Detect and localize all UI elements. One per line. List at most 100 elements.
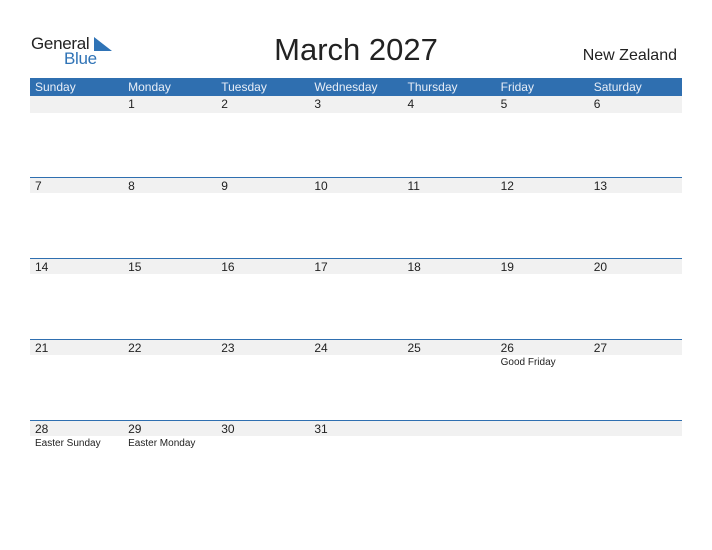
day-cell: 22	[123, 340, 216, 355]
day-events	[123, 355, 216, 368]
day-events	[589, 113, 682, 115]
day-cell: 11	[403, 178, 496, 193]
week-row: 14 15 16 17 18 19 20	[30, 258, 682, 339]
day-cell: 7	[30, 178, 123, 193]
weekday-header-friday: Friday	[500, 80, 534, 94]
day-number: 2	[221, 97, 228, 111]
day-cell: 8	[123, 178, 216, 193]
weeks-container: 1 2 3 4 5 6 7 8 9 10 11 12 13 14 15 16 17 18 19 20 21 22 23 24 2…	[30, 96, 682, 501]
day-number: 1	[128, 97, 135, 111]
holiday-label: Easter Sunday	[35, 438, 101, 449]
day-events	[403, 436, 496, 449]
day-events	[309, 193, 402, 195]
day-events	[30, 274, 123, 276]
day-number: 9	[221, 179, 228, 193]
weekday-header-saturday: Saturday	[593, 80, 642, 94]
holiday-row	[30, 274, 682, 276]
day-cell: 15	[123, 259, 216, 274]
day-cell: 30	[216, 421, 309, 436]
day-number: 7	[35, 179, 42, 193]
day-number: 21	[35, 341, 49, 355]
day-cell	[496, 421, 589, 436]
day-cell: 16	[216, 259, 309, 274]
holiday-label: Easter Monday	[128, 438, 196, 449]
weekday-header-thursday: Thursday	[407, 80, 458, 94]
day-events	[123, 113, 216, 115]
day-events	[589, 274, 682, 276]
day-number: 24	[314, 341, 328, 355]
day-number: 15	[128, 260, 142, 274]
day-events	[123, 193, 216, 195]
day-events	[216, 436, 309, 449]
day-number: 25	[407, 341, 421, 355]
day-cell: 18	[403, 259, 496, 274]
day-events: Easter Sunday	[30, 436, 123, 449]
weekday-header-tuesday: Tuesday	[221, 80, 267, 94]
day-number: 20	[593, 260, 608, 274]
day-number: 26	[500, 341, 514, 355]
day-events	[403, 113, 496, 115]
day-events	[123, 274, 216, 276]
day-number	[408, 421, 496, 437]
day-number: 5	[500, 97, 508, 111]
day-events	[216, 274, 309, 276]
day-events	[309, 436, 402, 449]
day-events	[589, 436, 682, 449]
day-events: Good Friday	[496, 355, 589, 368]
day-events	[496, 274, 589, 276]
day-number: 8	[128, 179, 135, 193]
day-events	[403, 193, 496, 195]
day-number	[594, 421, 682, 437]
day-number: 11	[407, 179, 420, 193]
day-events	[496, 193, 589, 195]
holiday-row	[30, 193, 682, 195]
date-number-bar: 7 8 9 10 11 12 13	[30, 177, 682, 193]
day-cell: 17	[309, 259, 402, 274]
week-row: 28 29 30 31 Easter Sunday Easter Monday	[30, 420, 682, 501]
day-number: 14	[35, 260, 49, 274]
day-cell: 12	[496, 178, 589, 193]
day-number: 22	[128, 341, 142, 355]
day-number: 23	[221, 341, 235, 355]
day-cell: 2	[216, 96, 309, 113]
holiday-row: Easter Sunday Easter Monday	[30, 436, 682, 449]
day-number	[501, 421, 589, 437]
date-number-bar: 28 29 30 31	[30, 420, 682, 436]
day-events	[309, 113, 402, 115]
day-number: 16	[221, 260, 235, 274]
day-events: Easter Monday	[123, 436, 216, 449]
week-row: 7 8 9 10 11 12 13	[30, 177, 682, 258]
day-number: 30	[221, 422, 235, 436]
day-events	[216, 355, 309, 368]
day-cell	[403, 421, 496, 436]
day-cell: 5	[496, 96, 589, 113]
day-events	[496, 436, 589, 449]
day-cell: 10	[309, 178, 402, 193]
day-number: 27	[593, 341, 608, 355]
country-label: New Zealand	[582, 47, 677, 64]
day-cell: 19	[496, 259, 589, 274]
day-cell	[30, 96, 123, 113]
day-events	[589, 355, 682, 368]
day-cell: 29	[123, 421, 216, 436]
day-cell: 26	[496, 340, 589, 355]
calendar-grid: Sunday Monday Tuesday Wednesday Thursday Frid…	[30, 78, 682, 501]
day-cell: 23	[216, 340, 309, 355]
day-number: 10	[314, 179, 328, 193]
date-number-bar: 14 15 16 17 18 19 20	[30, 258, 682, 274]
day-cell: 25	[403, 340, 496, 355]
weekday-header: Sunday Monday Tuesday Wednesday Thursday Frid…	[30, 78, 682, 96]
day-events	[496, 113, 589, 115]
day-number: 13	[593, 179, 608, 193]
day-cell: 3	[309, 96, 402, 113]
day-cell: 9	[216, 178, 309, 193]
day-number: 31	[314, 422, 328, 436]
date-number-bar: 1 2 3 4 5 6	[30, 96, 682, 113]
day-events	[403, 274, 496, 276]
day-number: 28	[35, 422, 49, 436]
day-number: 12	[500, 179, 514, 193]
day-cell: 6	[589, 96, 682, 113]
day-number: 29	[128, 422, 142, 436]
day-events	[30, 355, 123, 368]
day-events	[589, 193, 682, 195]
